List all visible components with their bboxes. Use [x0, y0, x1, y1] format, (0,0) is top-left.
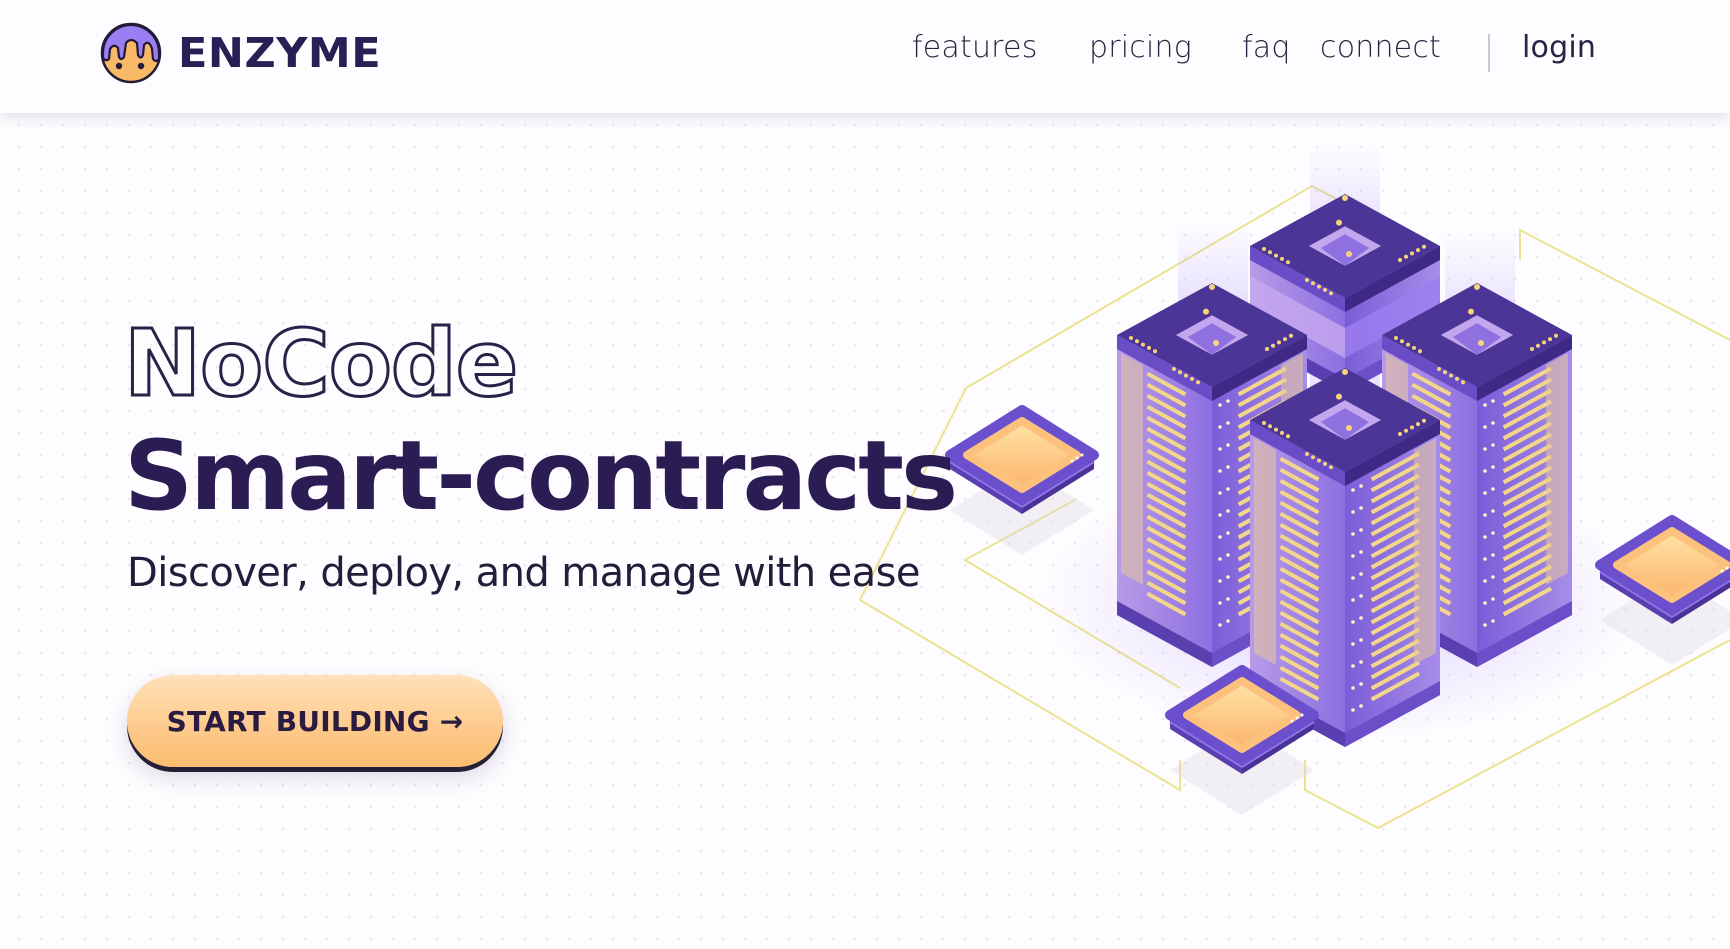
tower-left	[1117, 283, 1307, 667]
site-header: ENZYME features pricing faq connect logi…	[0, 0, 1730, 113]
tower-right	[1382, 283, 1572, 667]
nav-divider	[1488, 34, 1490, 72]
hero-subtitle: Discover, deploy, and manage with ease	[127, 550, 920, 596]
hero-eyebrow: NoCode	[122, 310, 519, 417]
light-beams	[1178, 145, 1515, 440]
chip-bottom	[1165, 665, 1319, 815]
brand-logo[interactable]: ENZYME	[100, 21, 381, 85]
circuit-lines	[859, 184, 1730, 830]
nav-login[interactable]: login	[1522, 30, 1596, 65]
tower-front	[1250, 368, 1440, 747]
nav-connect[interactable]: connect	[1320, 30, 1441, 65]
nav-features[interactable]: features	[912, 30, 1038, 65]
tower-back	[1250, 194, 1440, 393]
nav-pricing[interactable]: pricing	[1089, 30, 1192, 65]
brand-name: ENZYME	[178, 29, 382, 77]
nav-faq[interactable]: faq	[1242, 30, 1291, 65]
chip-right	[1595, 515, 1730, 665]
hero-title: Smart-contracts	[124, 420, 958, 532]
start-building-button[interactable]: START BUILDING →	[127, 675, 503, 767]
enzyme-mascot-icon	[100, 22, 162, 84]
chip-left	[945, 405, 1099, 555]
